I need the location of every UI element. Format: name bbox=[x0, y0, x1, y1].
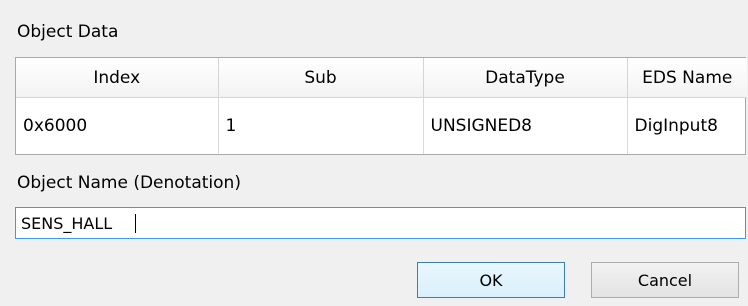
object-data-table: Index Sub DataType EDS Name 0x6000 1 UNS… bbox=[15, 57, 747, 155]
table-header-row: Index Sub DataType EDS Name bbox=[16, 58, 747, 98]
column-header-sub[interactable]: Sub bbox=[218, 58, 424, 98]
object-name-input[interactable] bbox=[15, 207, 746, 239]
object-name-label: Object Name (Denotation) bbox=[17, 173, 241, 193]
cell-datatype[interactable]: UNSIGNED8 bbox=[423, 97, 628, 154]
cancel-button[interactable]: Cancel bbox=[591, 262, 739, 298]
object-data-label: Object Data bbox=[17, 22, 119, 42]
text-caret bbox=[135, 214, 136, 233]
cell-sub[interactable]: 1 bbox=[218, 97, 424, 154]
table-row[interactable]: 0x6000 1 UNSIGNED8 DigInput8 bbox=[16, 97, 747, 155]
column-header-eds-name[interactable]: EDS Name bbox=[627, 58, 747, 98]
ok-button[interactable]: OK bbox=[417, 262, 565, 298]
column-header-index[interactable]: Index bbox=[16, 58, 219, 98]
column-header-datatype[interactable]: DataType bbox=[423, 58, 628, 98]
cell-index[interactable]: 0x6000 bbox=[16, 97, 219, 154]
cell-eds-name[interactable]: DigInput8 bbox=[627, 98, 747, 155]
